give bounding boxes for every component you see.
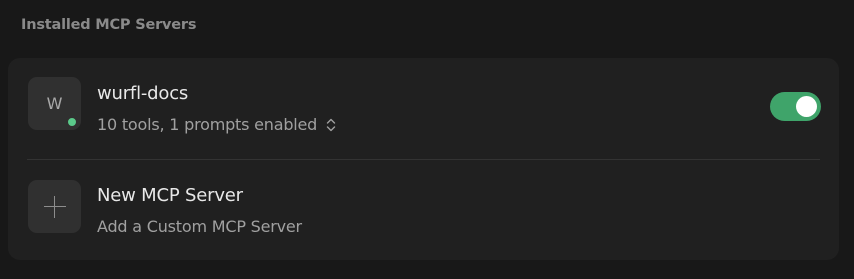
server-avatar-letter: W (46, 94, 63, 113)
new-server-icon-tile (28, 180, 81, 233)
server-summary-dropdown[interactable]: 10 tools, 1 prompts enabled (97, 115, 336, 134)
mcp-server-list: W wurfl-docs 10 tools, 1 prompts enabled… (8, 58, 839, 260)
new-mcp-server-button[interactable]: New MCP Server Add a Custom MCP Server (8, 161, 839, 260)
server-name: wurfl-docs (97, 83, 189, 104)
new-server-subtitle: Add a Custom MCP Server (97, 217, 302, 236)
chevron-up-down-icon[interactable] (326, 118, 336, 132)
status-connected-icon (66, 116, 78, 128)
server-enabled-toggle[interactable] (770, 92, 821, 121)
plus-icon (43, 195, 66, 218)
server-row-wurfl-docs[interactable]: W wurfl-docs 10 tools, 1 prompts enabled (8, 58, 839, 160)
new-server-title: New MCP Server (97, 185, 243, 206)
server-summary: 10 tools, 1 prompts enabled (97, 115, 318, 134)
section-title: Installed MCP Servers (21, 17, 197, 33)
divider (27, 159, 820, 160)
toggle-knob (796, 96, 817, 117)
